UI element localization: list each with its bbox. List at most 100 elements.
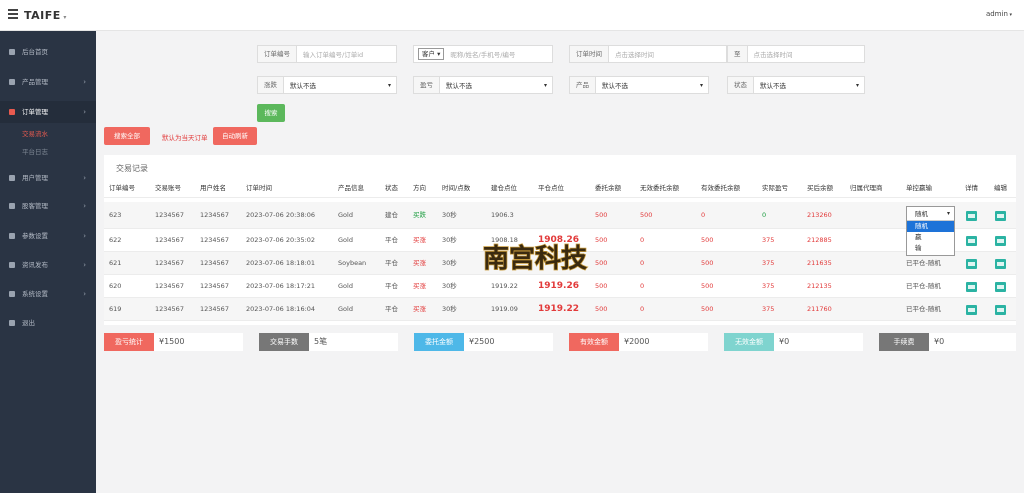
stat-label: 交易手数 xyxy=(259,333,309,351)
table-cell: 2023-07-06 18:16:04 xyxy=(246,305,316,313)
dropdown-option-random[interactable]: 随机 xyxy=(907,221,954,232)
sidebar-item-products[interactable]: 产品管理 › xyxy=(0,71,96,93)
table-cell: 状态 xyxy=(385,184,398,192)
direction-select[interactable]: 涨跌 默认不选 ▾ xyxy=(257,76,397,94)
logout-icon xyxy=(9,320,15,326)
table-cell: 30秒 xyxy=(442,282,457,290)
table-cell: 编辑 xyxy=(994,184,1007,192)
table-cell: 买涨 xyxy=(413,305,426,313)
sidebar-item-clients[interactable]: 股客管理 › xyxy=(0,195,96,217)
chevron-right-icon: › xyxy=(83,78,86,86)
table-cell: 委托余额 xyxy=(595,184,621,192)
hamburger-menu-icon[interactable] xyxy=(8,9,18,19)
table-cell: 1234567 xyxy=(155,305,184,313)
table-cell: 30秒 xyxy=(442,305,457,313)
table-cell: 交易账号 xyxy=(155,184,181,192)
order-icon xyxy=(9,109,15,115)
dropdown-option-lose[interactable]: 输 xyxy=(907,243,954,254)
search-all-button[interactable]: 搜索全部 xyxy=(104,127,150,145)
user-search-field[interactable]: 客户 ▾ 昵称/姓名/手机号/编号 xyxy=(413,45,553,63)
gear-icon xyxy=(9,291,15,297)
table-cell: 时间/点数 xyxy=(442,184,471,192)
sidebar-sub-platform-log[interactable]: 平台日志 xyxy=(22,146,48,156)
detail-icon[interactable] xyxy=(966,211,977,221)
user-type-select[interactable]: 客户 ▾ xyxy=(418,48,445,60)
stat-value: 5笔 xyxy=(309,333,398,351)
watermark-logo: 南宫科技 xyxy=(482,242,588,275)
detail-icon[interactable] xyxy=(966,236,977,246)
today-orders-note: 默认为当天订单 xyxy=(162,134,208,142)
sidebar-item-system[interactable]: 系统设置 › xyxy=(0,283,96,305)
table-cell: 1234567 xyxy=(155,236,184,244)
table-cell: 有效委托余额 xyxy=(701,184,740,192)
svg-text:南宫科技: 南宫科技 xyxy=(483,243,587,274)
product-select[interactable]: 产品 默认不选 ▾ xyxy=(569,76,709,94)
detail-icon[interactable] xyxy=(966,259,977,269)
user-icon xyxy=(9,175,15,181)
table-cell: 375 xyxy=(762,236,775,244)
edit-icon[interactable] xyxy=(995,282,1006,292)
table-cell: 已平仓-随机 xyxy=(906,305,941,313)
chevron-right-icon: › xyxy=(83,261,86,269)
edit-icon[interactable] xyxy=(995,305,1006,315)
detail-icon[interactable] xyxy=(966,282,977,292)
table-cell: 500 xyxy=(595,259,608,267)
detail-icon[interactable] xyxy=(966,305,977,315)
table-cell: Soybean xyxy=(338,259,367,267)
table-cell: 1919.22 xyxy=(538,304,579,314)
search-button[interactable]: 搜索 xyxy=(257,104,285,122)
stat-valid-amount: 有效金额 ¥2000 xyxy=(569,333,708,351)
table-cell: Gold xyxy=(338,282,353,290)
auto-refresh-button[interactable]: 自动刷新 xyxy=(213,127,257,145)
edit-icon[interactable] xyxy=(995,211,1006,221)
table-cell: 1234567 xyxy=(200,211,229,219)
table-cell: 1234567 xyxy=(155,211,184,219)
sidebar-item-orders[interactable]: 订单管理 › xyxy=(0,101,96,123)
table-cell: 500 xyxy=(595,236,608,244)
dropdown-option-win[interactable]: 赢 xyxy=(907,232,954,243)
sidebar-item-logout[interactable]: 退出 xyxy=(0,312,96,334)
table-cell: 平仓点位 xyxy=(538,184,564,192)
table-cell: 平仓 xyxy=(385,282,398,290)
sidebar-item-users[interactable]: 用户管理 › xyxy=(0,167,96,189)
order-no-field[interactable]: 订单编号 输入订单编号/订单id xyxy=(257,45,397,63)
table-cell: 买涨 xyxy=(413,236,426,244)
table-cell: 375 xyxy=(762,259,775,267)
sidebar: 后台首页 产品管理 › 订单管理 › 交易流水 平台日志 用户管理 › 股客管理 › 参… xyxy=(0,31,96,493)
stat-trade-count: 交易手数 5笔 xyxy=(259,333,398,351)
order-time-start[interactable]: 订单时间 点击选择时间 xyxy=(569,45,727,63)
table-cell: 500 xyxy=(640,211,653,219)
chevron-down-icon: ▾ xyxy=(699,81,703,89)
sidebar-sub-trade-log[interactable]: 交易流水 xyxy=(22,128,48,138)
table-cell: 30秒 xyxy=(442,211,457,219)
table-cell: 500 xyxy=(701,305,714,313)
edit-icon[interactable] xyxy=(995,236,1006,246)
table-cell: 500 xyxy=(701,236,714,244)
order-time-end[interactable]: 至点击选择时间 xyxy=(727,45,865,63)
sidebar-item-params[interactable]: 参数设置 › xyxy=(0,225,96,247)
table-cell: 单控赢输 xyxy=(906,184,932,192)
edit-icon[interactable] xyxy=(995,259,1006,269)
table-cell: 500 xyxy=(595,282,608,290)
table-cell: 2023-07-06 20:38:06 xyxy=(246,211,316,219)
stat-value: ¥0 xyxy=(929,333,1016,351)
profit-loss-select[interactable]: 盈亏 默认不选 ▾ xyxy=(413,76,553,94)
win-lose-control-dropdown[interactable]: 随机 ▾ 随机 赢 输 xyxy=(906,206,955,256)
table-cell: 621 xyxy=(109,259,122,267)
chevron-right-icon: › xyxy=(83,232,86,240)
table-cell: 方向 xyxy=(413,184,426,192)
stat-value: ¥1500 xyxy=(154,333,243,351)
admin-menu[interactable]: admin ▾ xyxy=(986,10,1012,18)
status-select[interactable]: 状态 默认不选 ▾ xyxy=(727,76,865,94)
table-cell: 0 xyxy=(640,236,645,244)
table-cell: 623 xyxy=(109,211,122,219)
dropdown-selected[interactable]: 随机 ▾ xyxy=(907,207,954,221)
sidebar-item-home[interactable]: 后台首页 xyxy=(0,41,96,63)
sidebar-item-news[interactable]: 资讯发布 › xyxy=(0,254,96,276)
stat-profit-loss: 盈亏统计 ¥1500 xyxy=(104,333,243,351)
table-cell: 建仓 xyxy=(385,211,398,219)
table-cell: 1234567 xyxy=(200,236,229,244)
table-cell: 1234567 xyxy=(200,259,229,267)
table-cell: 买跌 xyxy=(413,211,426,219)
table-cell: 212135 xyxy=(807,282,832,290)
